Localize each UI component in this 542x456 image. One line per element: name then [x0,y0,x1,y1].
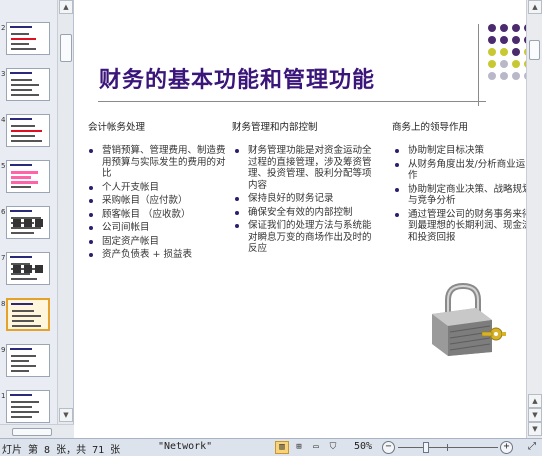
slide-scrollbar[interactable]: ▲ ▲ ▼ ▼ [526,0,542,438]
slide-position-text: 灯片 第 8 张，共 71 张 [2,445,121,456]
list-item: 协助制定商业决策、战略规划与竞争分析 [392,184,532,207]
scroll-up-button[interactable]: ▲ [528,0,542,14]
decorative-dot [512,72,520,80]
list-item: 协助制定目标决策 [392,145,532,157]
slide-thumbnail[interactable] [6,206,50,239]
zoom-slider-track[interactable] [398,447,498,448]
slide-thumbnail[interactable] [6,390,50,423]
scroll-down-button[interactable]: ▼ [528,422,542,436]
decorative-dot [488,48,496,56]
list-item: 保持良好的财务记录 [232,193,372,205]
slide-thumbnail[interactable] [6,68,50,101]
slide-thumbnail[interactable] [6,22,50,55]
thumbnail-number: 2 [1,24,6,32]
column-heading-leadership[interactable]: 商务上的领导作用 [392,119,468,133]
horizontal-scroll-thumb[interactable] [12,428,52,436]
decorative-dot [500,24,508,32]
decorative-dot [512,24,520,32]
reading-view-button[interactable]: ▭ [309,441,323,454]
slide-thumbnail[interactable] [6,114,50,147]
list-item: 确保安全有效的内部控制 [232,207,372,219]
zoom-slider-knob[interactable] [423,442,429,453]
slide-scroll-thumb[interactable] [529,40,540,60]
thumbnail-scrollbar[interactable]: ▲ ▼ [57,0,73,438]
list-item: 采购帐目（应付款） [86,195,226,207]
prev-slide-button[interactable]: ▲ [528,394,542,408]
zoom-in-button[interactable]: + [500,441,513,454]
theme-name[interactable]: "Network" [158,441,212,452]
slideshow-button[interactable]: ⛉ [326,441,340,454]
accounting-list[interactable]: 营销预算、管理费用、制造费用预算与实际发生的费用的对比 个人开支帐目 采购帐目（… [86,145,226,263]
scroll-up-button[interactable]: ▲ [59,0,73,14]
slide-title[interactable]: 财务的基本功能和管理功能 [99,62,375,94]
list-item: 资产负债表 + 损益表 [86,249,226,261]
slide-canvas[interactable]: 财务的基本功能和管理功能 会计帐务处理 财务管理和内部控制 商务上的领导作用 营… [74,0,542,438]
normal-view-button[interactable]: ▥ [275,441,289,454]
slide-thumbnail-pane[interactable]: 234567891011 ▲ ▼ [0,0,74,438]
status-bar: 灯片 第 8 张，共 71 张 "Network" ▥ ⊞ ▭ ⛉ 50% − … [0,438,542,456]
thumbnail-number: 6 [1,208,6,216]
decorative-dot [512,60,520,68]
list-item: 财务管理功能是对资金运动全过程的直接管理，涉及筹资管理、投资管理、股利分配等项内… [232,145,372,191]
list-item: 从财务角度出发/分析商业运作 [392,159,532,182]
leadership-list[interactable]: 协助制定目标决策 从财务角度出发/分析商业运作 协助制定商业决策、战略规划与竞争… [392,145,532,245]
scroll-down-button[interactable]: ▼ [59,408,73,422]
control-list[interactable]: 财务管理功能是对资金运动全过程的直接管理，涉及筹资管理、投资管理、股利分配等项内… [232,145,372,257]
decorative-dot [488,36,496,44]
slide-thumbnail[interactable] [6,344,50,377]
decorative-dot [512,48,520,56]
list-item: 保证我们的处理方法与系统能对瞬息万变的商场作出及时的反应 [232,220,372,255]
thumbnail-horizontal-scrollbar[interactable] [0,424,74,438]
slide-sorter-button[interactable]: ⊞ [292,441,306,454]
decorative-dot [500,36,508,44]
thumbnail-number: 4 [1,116,6,124]
title-vertical-rule [478,24,479,106]
decorative-dot [512,36,520,44]
padlock-with-key-icon[interactable] [426,282,506,357]
list-item: 个人开支帐目 [86,182,226,194]
list-item: 公司间帐目 [86,222,226,234]
zoom-out-button[interactable]: − [382,441,395,454]
decorative-dot [488,72,496,80]
thumbnail-number: 3 [1,70,6,78]
slide-thumbnail[interactable] [6,298,50,331]
thumbnail-number: 8 [1,300,6,308]
list-item: 通过管理公司的财务事务来得到最理想的长期利润、现金流和投资回报 [392,209,532,244]
decorative-dot [500,60,508,68]
title-horizontal-rule [98,101,486,102]
column-heading-control[interactable]: 财务管理和内部控制 [232,119,318,133]
thumbnail-scroll-thumb[interactable] [60,34,72,62]
slide-thumbnail[interactable] [6,252,50,285]
thumbnail-number: 5 [1,162,6,170]
column-heading-accounting[interactable]: 会计帐务处理 [88,119,145,133]
decorative-dot [500,48,508,56]
list-item: 固定资产帐目 [86,236,226,248]
thumbnail-number: 9 [1,346,6,354]
zoom-center-tick [447,444,448,451]
zoom-level[interactable]: 50% [354,441,372,452]
slide-thumbnail[interactable] [6,160,50,193]
decorative-dot [488,24,496,32]
thumbnail-number: 7 [1,254,6,262]
list-item: 营销预算、管理费用、制造费用预算与实际发生的费用的对比 [86,145,226,180]
list-item: 顾客帐目 （应收款） [86,209,226,221]
fit-to-window-button[interactable]: ⤢ [525,441,539,454]
next-slide-button[interactable]: ▼ [528,408,542,422]
decorative-dot [500,72,508,80]
decorative-dot [488,60,496,68]
